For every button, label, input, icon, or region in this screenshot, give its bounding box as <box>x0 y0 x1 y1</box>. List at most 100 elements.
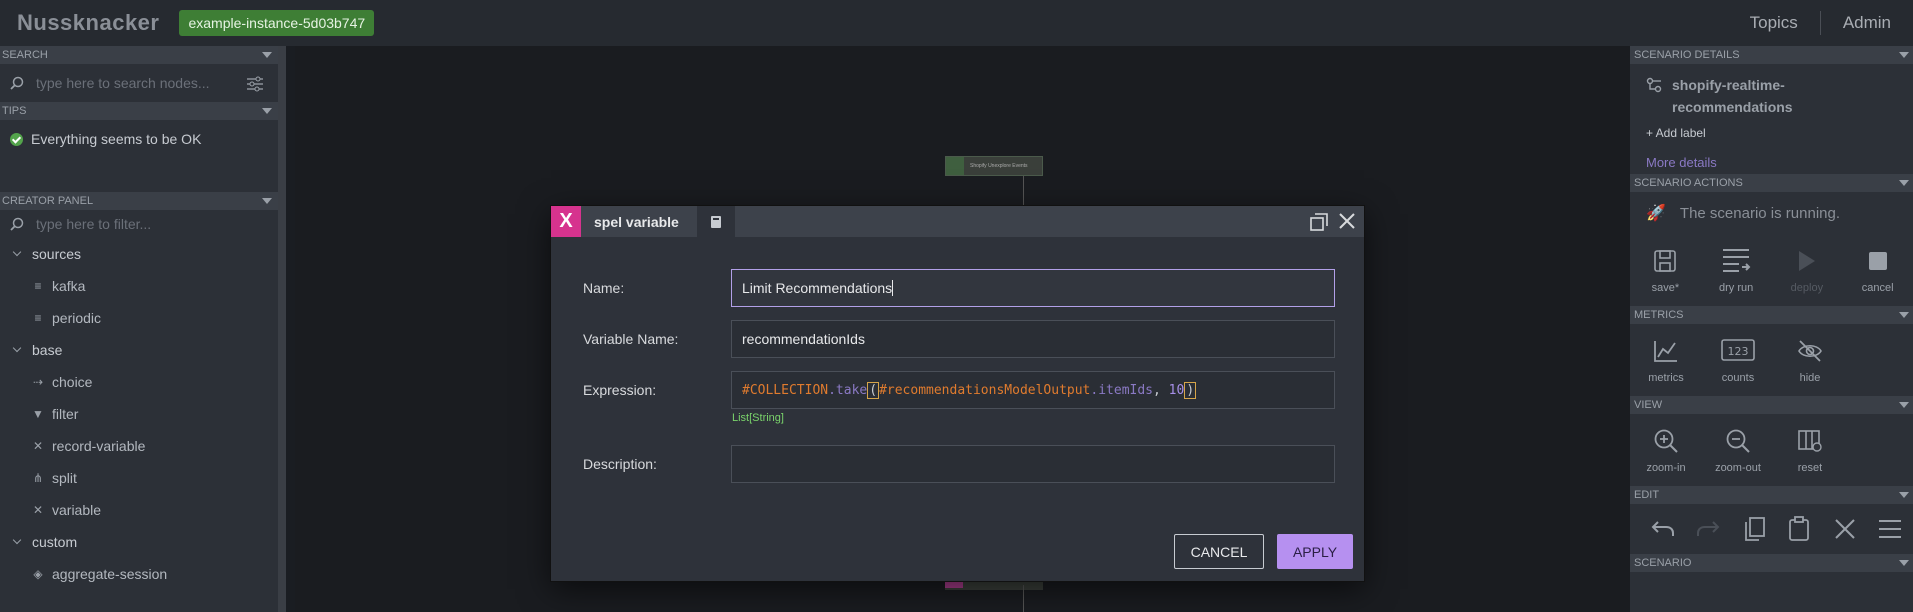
cancel-scenario-button[interactable]: cancel <box>1842 246 1913 294</box>
expr-paren-open: ( <box>867 381 880 399</box>
counts-button[interactable]: 123 counts <box>1702 336 1774 384</box>
redo-button[interactable] <box>1686 519 1732 539</box>
split-icon: ⋔ <box>32 471 44 485</box>
apply-button[interactable]: APPLY <box>1277 534 1353 569</box>
scenario-header[interactable]: SCENARIO <box>1630 554 1913 572</box>
search-section-header[interactable]: SEARCH <box>0 46 286 64</box>
left-panel-scrollbar[interactable] <box>278 46 286 612</box>
save-label: save* <box>1651 282 1680 294</box>
creator-filter-row[interactable]: type here to filter... <box>0 210 286 238</box>
name-value: Limit Recommendations <box>742 280 893 296</box>
stop-icon <box>1868 252 1887 270</box>
node-aggregate-session[interactable]: ◈ aggregate-session <box>0 558 286 590</box>
paste-button[interactable] <box>1777 516 1823 542</box>
nav-admin[interactable]: Admin <box>1821 13 1913 33</box>
add-label-link[interactable]: + Add label <box>1630 118 1913 140</box>
copy-button[interactable] <box>1731 516 1777 542</box>
scenario-actions-header[interactable]: SCENARIO ACTIONS <box>1630 174 1913 192</box>
node-kafka[interactable]: ≡ kafka <box>0 270 286 302</box>
node-filter[interactable]: ▼ filter <box>0 398 286 430</box>
zoom-out-button[interactable]: zoom-out <box>1702 426 1774 474</box>
description-input[interactable] <box>731 445 1335 483</box>
name-field-row: Name: Limit Recommendations <box>583 269 1335 307</box>
collapse-icon[interactable] <box>1899 402 1909 408</box>
expr-method: .take <box>828 382 868 398</box>
zoom-out-icon <box>1726 429 1750 453</box>
cancel-button[interactable]: CANCEL <box>1174 534 1264 569</box>
deploy-button[interactable]: deploy <box>1772 246 1843 294</box>
collapse-icon[interactable] <box>1899 312 1909 318</box>
group-label: custom <box>32 534 78 550</box>
metrics-header[interactable]: METRICS <box>1630 306 1913 324</box>
collapse-icon[interactable] <box>1899 492 1909 498</box>
tips-text: Everything seems to be OK <box>31 131 202 147</box>
text-cursor <box>892 280 894 296</box>
hide-button[interactable]: hide <box>1774 336 1846 384</box>
view-toolbar: zoom-in zoom-out reset <box>1630 414 1913 486</box>
node-choice[interactable]: ⇢ choice <box>0 366 286 398</box>
collapse-icon[interactable] <box>262 198 272 204</box>
variable-name-input[interactable]: recommendationIds <box>731 320 1335 358</box>
name-input[interactable]: Limit Recommendations <box>731 269 1335 307</box>
reset-button[interactable]: reset <box>1774 426 1846 474</box>
paste-icon <box>1789 516 1810 541</box>
creator-panel-header[interactable]: CREATOR PANEL <box>0 192 286 210</box>
collapse-icon[interactable] <box>1899 52 1909 58</box>
dialog-header[interactable]: X spel variable <box>551 206 1364 237</box>
redo-icon <box>1697 521 1720 536</box>
edit-header[interactable]: EDIT <box>1630 486 1913 504</box>
metrics-toolbar: metrics 123 counts hide <box>1630 324 1913 396</box>
eye-off-icon <box>1798 340 1822 362</box>
status-text: The scenario is running. <box>1679 204 1841 222</box>
view-header[interactable]: VIEW <box>1630 396 1913 414</box>
svg-text:123: 123 <box>1728 345 1749 358</box>
close-dialog-button[interactable] <box>1338 212 1356 235</box>
delete-button[interactable] <box>1822 518 1868 540</box>
dry-run-button[interactable]: dry run <box>1701 246 1772 294</box>
creator-filter-input[interactable]: type here to filter... <box>36 216 151 232</box>
group-custom[interactable]: custom <box>0 526 286 558</box>
play-icon <box>1798 251 1815 271</box>
reset-layout-icon <box>1798 430 1822 452</box>
docs-button[interactable] <box>697 206 735 237</box>
maximize-button[interactable] <box>1310 213 1328 236</box>
scenario-details-header[interactable]: SCENARIO DETAILS <box>1630 46 1913 64</box>
dialog-title: spel variable <box>594 213 679 230</box>
app-logo[interactable]: Nussknacker <box>17 10 159 36</box>
filter-settings-icon[interactable] <box>246 76 264 92</box>
layout-button[interactable] <box>1868 518 1913 540</box>
expression-editor[interactable]: #COLLECTION .take(#recommendationsModelOu… <box>731 371 1335 409</box>
search-nodes-row[interactable]: type here to search nodes... <box>0 64 286 102</box>
node-record-variable[interactable]: ✕ record-variable <box>0 430 286 462</box>
variable-icon: ✕ <box>32 503 44 517</box>
graph-node-partial[interactable] <box>945 582 1043 590</box>
left-panel: SEARCH type here to search nodes... TIPS… <box>0 46 286 612</box>
tips-section-header[interactable]: TIPS <box>0 102 286 120</box>
group-base[interactable]: base <box>0 334 286 366</box>
node-label: variable <box>52 502 102 518</box>
graph-edge <box>1023 585 1024 612</box>
undo-button[interactable] <box>1640 519 1686 539</box>
zoom-in-button[interactable]: zoom-in <box>1630 426 1702 474</box>
collapse-icon[interactable] <box>1899 180 1909 186</box>
search-nodes-input[interactable]: type here to search nodes... <box>36 75 210 91</box>
description-label: Description: <box>583 456 657 472</box>
nav-topics[interactable]: Topics <box>1728 13 1820 33</box>
actions-toolbar: save* dry run deploy cancel <box>1630 234 1913 306</box>
edit-toolbar <box>1630 504 1913 554</box>
save-button[interactable]: save* <box>1630 246 1701 294</box>
group-label: base <box>32 342 63 358</box>
graph-node[interactable]: Shopify Unexplore Events <box>945 156 1043 176</box>
undo-icon <box>1651 521 1674 536</box>
collapse-icon[interactable] <box>262 52 272 58</box>
top-bar: Nussknacker example-instance-5d03b747 To… <box>0 0 1913 46</box>
node-periodic[interactable]: ≡ periodic <box>0 302 286 334</box>
more-details-link[interactable]: More details <box>1630 140 1913 174</box>
group-sources[interactable]: sources <box>0 238 286 270</box>
node-split[interactable]: ⋔ split <box>0 462 286 494</box>
collapse-icon[interactable] <box>262 108 272 114</box>
node-variable[interactable]: ✕ variable <box>0 494 286 526</box>
dry-run-icon <box>1723 249 1751 272</box>
metrics-button[interactable]: metrics <box>1630 336 1702 384</box>
collapse-icon[interactable] <box>1899 560 1909 566</box>
